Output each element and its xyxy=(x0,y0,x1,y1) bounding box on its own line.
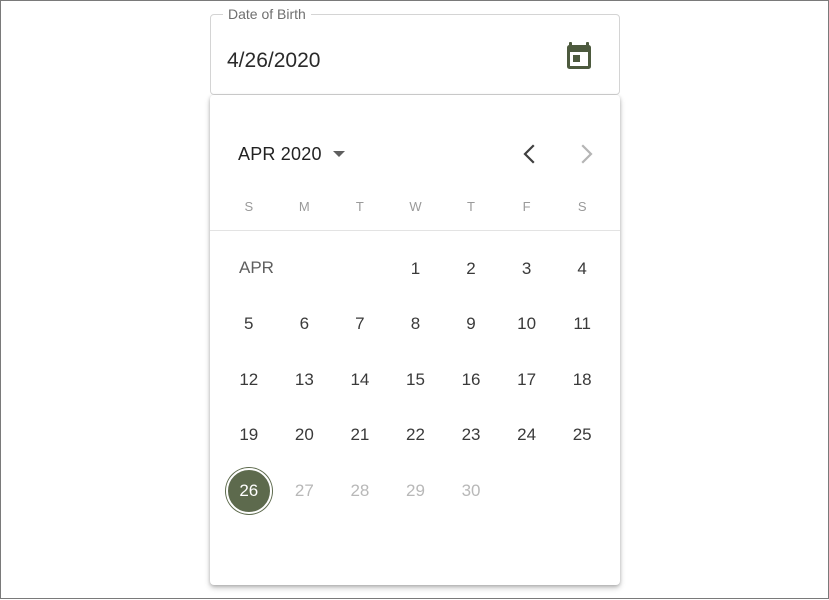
day-grid: 1 2 3 4 5 6 7 8 9 10 11 12 13 14 15 16 1… xyxy=(221,241,610,519)
day-cell[interactable]: 1 xyxy=(388,245,444,293)
day-cell[interactable]: 12 xyxy=(221,356,277,404)
day-cell[interactable]: 22 xyxy=(388,411,444,459)
calendar-header: APR 2020 S M T W T F S xyxy=(210,95,620,214)
day-cell[interactable]: 17 xyxy=(499,356,555,404)
day-cell[interactable]: 8 xyxy=(388,300,444,348)
weekday-label: F xyxy=(522,199,531,214)
month-year-label: APR 2020 xyxy=(238,143,322,164)
week-row: 5 6 7 8 9 10 11 xyxy=(221,297,610,353)
day-cell[interactable]: 15 xyxy=(388,356,444,404)
disabled-day-cell: 28 xyxy=(350,480,370,500)
caret-down-icon xyxy=(332,151,345,157)
day-cell[interactable]: 24 xyxy=(499,411,555,459)
empty-cell xyxy=(221,245,277,293)
date-of-birth-field[interactable]: Date of Birth 4/26/2020 xyxy=(210,6,620,95)
weekday-label: M xyxy=(298,199,310,214)
day-cell[interactable]: 14 xyxy=(332,356,388,404)
divider xyxy=(210,230,620,231)
weekday-label: S xyxy=(244,199,254,214)
date-picker-popover: APR 2020 S M T W T F S APR 1 2 3 4 5 6 7… xyxy=(210,95,620,585)
weekday-header: S M T W T F S xyxy=(221,199,610,214)
week-row: 26 27 28 29 30 xyxy=(221,463,610,519)
day-cell[interactable]: 6 xyxy=(277,300,333,348)
empty-cell xyxy=(332,245,388,293)
weekday-label: T xyxy=(355,199,364,214)
day-cell[interactable]: 18 xyxy=(554,356,610,404)
day-cell[interactable]: 2 xyxy=(443,245,499,293)
day-cell[interactable]: 23 xyxy=(443,411,499,459)
month-year-switch[interactable]: APR 2020 xyxy=(238,141,345,167)
weekday-label: S xyxy=(577,199,587,214)
day-cell[interactable]: 16 xyxy=(443,356,499,404)
date-input-value[interactable]: 4/26/2020 xyxy=(227,48,320,74)
weekday-label: T xyxy=(467,199,475,214)
day-cell[interactable]: 7 xyxy=(332,300,388,348)
day-cell[interactable]: 20 xyxy=(277,411,333,459)
weekday-label: W xyxy=(409,199,422,214)
calendar-icon[interactable] xyxy=(565,41,593,71)
disabled-day-cell: 30 xyxy=(461,480,481,500)
disabled-day-cell: 29 xyxy=(406,480,425,500)
day-cell[interactable]: 9 xyxy=(443,300,499,348)
selected-day-cell[interactable]: 26 xyxy=(221,467,277,515)
week-row: 12 13 14 15 16 17 18 xyxy=(221,352,610,408)
chevron-left-icon[interactable] xyxy=(517,141,543,167)
disabled-day-cell: 27 xyxy=(294,480,314,500)
day-cell[interactable]: 11 xyxy=(554,300,610,348)
empty-cell xyxy=(554,467,610,515)
day-cell[interactable]: 5 xyxy=(221,300,277,348)
empty-cell xyxy=(499,467,555,515)
selected-day-label: 26 xyxy=(225,467,272,514)
field-label: Date of Birth xyxy=(223,6,311,22)
day-cell[interactable]: 10 xyxy=(499,300,555,348)
day-cell[interactable]: 4 xyxy=(554,245,610,293)
week-row: 1 2 3 4 xyxy=(221,241,610,297)
day-cell[interactable]: 19 xyxy=(221,411,277,459)
day-cell[interactable]: 21 xyxy=(332,411,388,459)
day-cell[interactable]: 13 xyxy=(277,356,333,404)
week-row: 19 20 21 22 23 24 25 xyxy=(221,408,610,464)
chevron-right-icon[interactable] xyxy=(573,141,599,167)
day-cell[interactable]: 3 xyxy=(499,245,555,293)
day-cell[interactable]: 25 xyxy=(554,411,610,459)
empty-cell xyxy=(277,245,333,293)
